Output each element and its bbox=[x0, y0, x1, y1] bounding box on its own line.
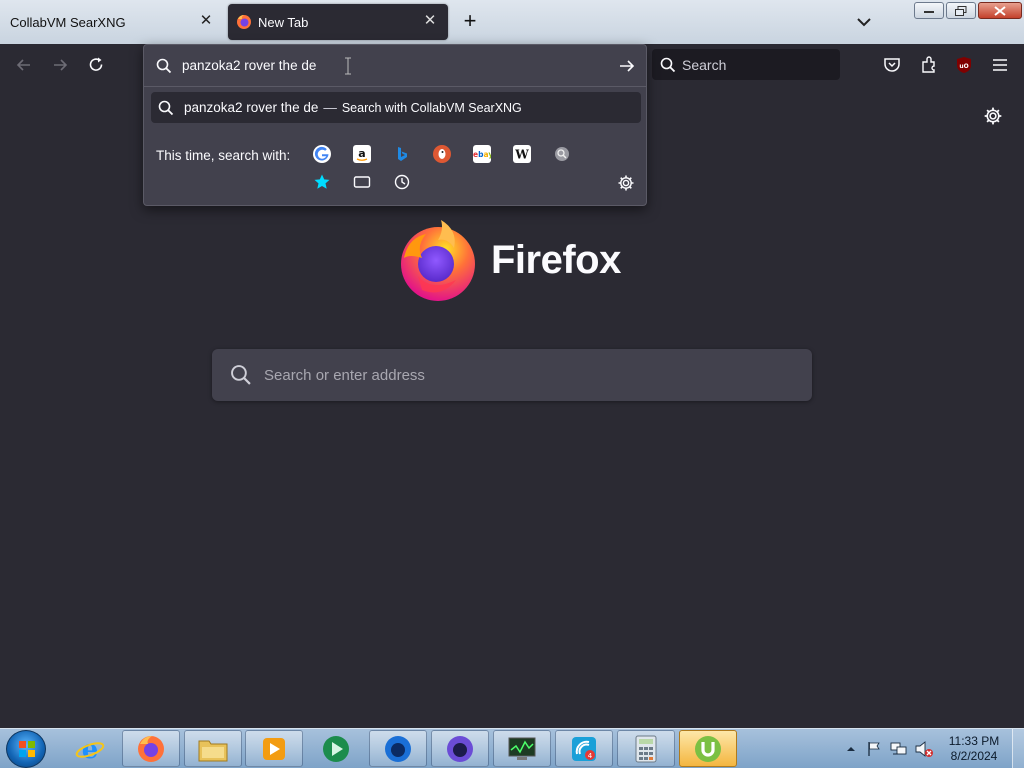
media-player-icon bbox=[263, 737, 285, 760]
firefox-dev-icon bbox=[385, 735, 411, 762]
tabs-icon[interactable] bbox=[353, 173, 371, 191]
taskbar-internet-explorer[interactable]: e bbox=[61, 730, 119, 767]
window-controls bbox=[914, 2, 1022, 19]
url-input-value: panzoka2 rover the de bbox=[182, 58, 317, 73]
firefox-wordmark: Firefox bbox=[491, 238, 621, 282]
svg-text:W: W bbox=[514, 148, 529, 162]
calculator-icon bbox=[635, 735, 657, 762]
extensions-icon[interactable] bbox=[919, 55, 939, 75]
minimize-button[interactable] bbox=[914, 2, 944, 19]
internet-explorer-icon: e bbox=[75, 735, 105, 764]
clock-time: 11:33 PM bbox=[948, 734, 1000, 748]
taskbar-firefox-dev[interactable] bbox=[369, 730, 427, 767]
bookmarks-icon[interactable] bbox=[313, 173, 331, 191]
search-settings-gear-icon[interactable] bbox=[617, 174, 635, 192]
reload-icon[interactable] bbox=[86, 55, 106, 75]
searxng-icon[interactable] bbox=[553, 145, 571, 163]
ublock-origin-icon[interactable]: uO bbox=[954, 55, 974, 75]
restore-icon bbox=[955, 5, 967, 16]
task-manager-icon bbox=[508, 737, 536, 760]
taskbar-firefox-nightly[interactable] bbox=[431, 730, 489, 767]
divider bbox=[144, 86, 646, 87]
new-tab-button[interactable]: + bbox=[458, 10, 482, 34]
taskbar-task-manager[interactable] bbox=[493, 730, 551, 767]
taskbar-file-explorer[interactable] bbox=[184, 730, 242, 767]
taskbar-calculator[interactable] bbox=[617, 730, 675, 767]
close-tab-icon[interactable]: ✕ bbox=[198, 13, 214, 29]
action-center-flag-icon[interactable] bbox=[866, 741, 882, 757]
search-bar-placeholder: Search bbox=[682, 56, 727, 73]
text-cursor-icon bbox=[345, 57, 351, 75]
search-icon bbox=[158, 100, 174, 115]
start-button[interactable] bbox=[6, 730, 46, 768]
pocket-icon[interactable] bbox=[882, 55, 902, 75]
tab-collabvm-searxng[interactable]: CollabVM SearXNG ✕ bbox=[0, 4, 224, 40]
oneoff-label: This time, search with: bbox=[156, 148, 291, 163]
close-window-button[interactable] bbox=[978, 2, 1022, 19]
bing-icon[interactable] bbox=[393, 145, 411, 163]
tab-new-tab[interactable]: New Tab ✕ bbox=[228, 4, 448, 40]
personalize-gear-icon[interactable] bbox=[983, 106, 1003, 126]
urlbar-popup: panzoka2 rover the de panzoka2 rover the… bbox=[143, 44, 647, 206]
taskbar-media-center[interactable] bbox=[307, 730, 365, 767]
back-icon[interactable] bbox=[14, 55, 34, 75]
go-arrow-icon[interactable] bbox=[618, 57, 636, 75]
menu-icon[interactable] bbox=[990, 55, 1010, 75]
svg-text:4: 4 bbox=[588, 752, 593, 760]
suggestion-action: Search with CollabVM SearXNG bbox=[341, 100, 522, 115]
network-icon[interactable] bbox=[890, 741, 908, 757]
newtab-search-placeholder: Search or enter address bbox=[264, 366, 425, 384]
newtab-search-input[interactable]: Search or enter address bbox=[212, 349, 812, 401]
search-bar[interactable]: Search bbox=[652, 49, 840, 80]
restore-button[interactable] bbox=[946, 2, 976, 19]
close-icon bbox=[994, 5, 1006, 16]
show-hidden-icons-icon[interactable] bbox=[846, 745, 856, 753]
network-app-icon: 4 bbox=[572, 736, 596, 761]
list-all-tabs-button[interactable] bbox=[852, 10, 876, 34]
utorrent-icon bbox=[695, 735, 721, 762]
volume-muted-icon[interactable] bbox=[914, 740, 934, 758]
show-desktop-button[interactable] bbox=[1012, 729, 1024, 768]
google-icon[interactable] bbox=[313, 145, 331, 163]
wikipedia-icon[interactable]: W bbox=[513, 145, 531, 163]
svg-text:e: e bbox=[82, 735, 99, 764]
suggestion-query: panzoka2 rover the de bbox=[184, 100, 319, 115]
firefox-icon bbox=[138, 735, 164, 762]
minimize-icon bbox=[924, 10, 934, 13]
search-icon bbox=[231, 365, 251, 385]
amazon-icon[interactable]: a bbox=[353, 145, 371, 163]
firefox-icon bbox=[237, 15, 251, 29]
search-icon bbox=[156, 58, 172, 73]
windows-logo-icon bbox=[19, 741, 35, 757]
file-explorer-icon bbox=[198, 740, 228, 761]
media-center-icon bbox=[323, 735, 349, 762]
forward-icon[interactable] bbox=[50, 55, 70, 75]
tab-strip: CollabVM SearXNG ✕ New Tab ✕ + bbox=[0, 0, 1024, 44]
tab-label: New Tab bbox=[258, 14, 309, 30]
close-tab-icon[interactable]: ✕ bbox=[422, 13, 438, 29]
taskbar: e 4 11:33 PM 8/2/2024 bbox=[0, 728, 1024, 768]
svg-text:a: a bbox=[358, 147, 365, 160]
chevron-down-icon bbox=[857, 18, 871, 27]
duckduckgo-icon[interactable] bbox=[433, 145, 451, 163]
search-suggestion-row[interactable]: panzoka2 rover the de — Search with Coll… bbox=[151, 92, 641, 123]
search-icon bbox=[660, 57, 676, 72]
svg-text:uO: uO bbox=[959, 63, 968, 70]
taskbar-utorrent[interactable] bbox=[679, 730, 737, 767]
tab-label: CollabVM SearXNG bbox=[10, 14, 126, 30]
taskbar-network-app[interactable]: 4 bbox=[555, 730, 613, 767]
clock-date: 8/2/2024 bbox=[950, 749, 998, 763]
firefox-logo-icon bbox=[401, 220, 475, 301]
firefox-nightly-icon bbox=[447, 735, 473, 762]
url-input[interactable]: panzoka2 rover the de bbox=[144, 45, 646, 86]
taskbar-media-player[interactable] bbox=[245, 730, 303, 767]
svg-text:ebay: ebay bbox=[473, 150, 491, 159]
taskbar-clock[interactable]: 11:33 PM 8/2/2024 bbox=[940, 734, 1008, 764]
ebay-icon[interactable]: ebay bbox=[473, 145, 491, 163]
taskbar-firefox[interactable] bbox=[122, 730, 180, 767]
suggestion-separator: — bbox=[323, 100, 337, 115]
history-icon[interactable] bbox=[393, 173, 411, 191]
